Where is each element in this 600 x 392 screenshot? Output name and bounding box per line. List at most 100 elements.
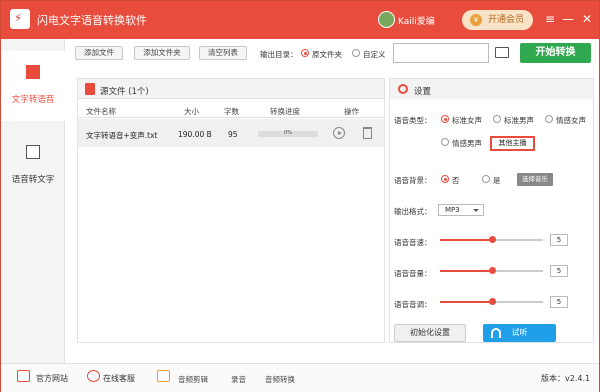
vip-icon: ¥ xyxy=(470,14,482,26)
sidebar-item-label: 语音转文字 xyxy=(11,175,55,185)
user-icon xyxy=(87,370,100,382)
radio-emotional-male[interactable] xyxy=(441,138,449,146)
headphones-icon xyxy=(491,328,501,338)
title-bar: 闪电文字语音转换软件 Kaili爱编 ¥ 开通会员 ≡ — ✕ xyxy=(1,1,599,39)
speed-value[interactable]: 5 xyxy=(550,234,568,246)
output-dir-label: 输出目录： xyxy=(260,50,298,59)
file-words: 95 xyxy=(228,130,238,139)
monitor-icon xyxy=(17,370,30,382)
sidebar: 文字转语音 语音转文字 xyxy=(1,39,65,363)
close-button[interactable]: ✕ xyxy=(579,11,595,27)
choose-music-button[interactable]: 选择音乐 xyxy=(517,173,553,186)
other-anchor-button[interactable]: 其他主播 xyxy=(490,136,535,151)
format-select[interactable]: MP3 xyxy=(438,204,484,216)
vip-label: 开通会员 xyxy=(488,15,525,25)
column-name: 文件名称 xyxy=(86,107,116,116)
column-size: 大小 xyxy=(184,107,199,116)
avatar[interactable] xyxy=(378,11,395,28)
radio-standard-female[interactable] xyxy=(441,115,449,123)
trash-icon[interactable] xyxy=(363,127,372,139)
sidebar-item-text-to-speech[interactable]: 文字转语音 xyxy=(1,51,65,121)
speed-slider[interactable] xyxy=(440,234,543,246)
column-actions: 操作 xyxy=(344,107,359,116)
menu-icon[interactable]: ≡ xyxy=(542,11,558,27)
app-logo-icon xyxy=(10,9,30,29)
sidebar-item-label: 文字转语音 xyxy=(11,95,55,105)
volume-slider[interactable] xyxy=(440,265,543,277)
pitch-slider-fill xyxy=(440,301,492,303)
voice-option-label: 标准男声 xyxy=(504,116,534,125)
vip-button[interactable]: ¥ 开通会员 xyxy=(462,10,533,30)
file-icon xyxy=(85,83,95,95)
reset-settings-button[interactable]: 初始化设置 xyxy=(394,324,466,342)
speed-slider-thumb[interactable] xyxy=(488,236,496,243)
table-row[interactable]: 文字转语音+变声.txt 190.00 B 95 0% xyxy=(78,119,384,147)
format-label: 输出格式： xyxy=(394,207,432,216)
record-link[interactable]: 录音 xyxy=(231,374,246,385)
file-panel-title: 源文件 (1个) xyxy=(100,87,149,97)
file-size: 190.00 B xyxy=(178,130,212,139)
voice-option-label: 情感男声 xyxy=(452,139,482,148)
app-window: 闪电文字语音转换软件 Kaili爱编 ¥ 开通会员 ≡ — ✕ 文字转语音 语音… xyxy=(0,0,600,392)
settings-header: 设置 xyxy=(390,79,593,99)
radio-custom-folder[interactable] xyxy=(352,49,360,57)
radio-source-folder-label: 原文件夹 xyxy=(312,50,342,59)
radio-standard-male[interactable] xyxy=(493,115,501,123)
speed-slider-fill xyxy=(440,239,492,241)
volume-label: 语音音量： xyxy=(394,269,432,278)
settings-title: 设置 xyxy=(414,87,432,97)
radio-bg-no[interactable] xyxy=(441,175,449,183)
column-words: 字数 xyxy=(224,107,239,116)
output-path-input[interactable] xyxy=(393,43,489,63)
table-header: 文件名称 大小 字数 转换进度 操作 xyxy=(78,100,384,118)
pitch-value[interactable]: 5 xyxy=(550,296,568,308)
volume-value[interactable]: 5 xyxy=(550,265,568,277)
listen-label: 试听 xyxy=(511,328,528,337)
service-link[interactable]: 在线客服 xyxy=(103,373,135,384)
column-progress: 转换进度 xyxy=(270,107,300,116)
bg-yes-label: 是 xyxy=(493,176,501,185)
voice-type-label: 语音类型： xyxy=(394,116,432,125)
listen-button[interactable]: 试听 xyxy=(483,324,556,342)
text-to-speech-icon xyxy=(26,65,40,79)
format-value: MP3 xyxy=(445,206,460,214)
volume-slider-fill xyxy=(440,270,492,272)
audio-cut-link[interactable]: 音频剪辑 xyxy=(178,374,208,385)
website-link[interactable]: 官方网站 xyxy=(36,373,68,384)
start-convert-button[interactable]: 开始转换 xyxy=(520,43,591,63)
voice-option-label: 标准女声 xyxy=(452,116,482,125)
link-icon xyxy=(157,370,170,382)
gear-icon xyxy=(398,84,408,94)
play-icon[interactable] xyxy=(333,127,345,139)
pitch-slider[interactable] xyxy=(440,296,543,308)
radio-custom-folder-label: 自定义 xyxy=(363,50,386,59)
file-panel: 源文件 (1个) 文件名称 大小 字数 转换进度 操作 文字转语音+变声.txt… xyxy=(77,78,385,343)
minimize-button[interactable]: — xyxy=(560,11,576,27)
footer: 官方网站 在线客服 音频剪辑 录音 音频转换 版本：v2.4.1 xyxy=(1,363,599,392)
radio-source-folder[interactable] xyxy=(301,49,309,57)
radio-emotional-female[interactable] xyxy=(545,115,553,123)
clear-list-button[interactable]: 清空列表 xyxy=(199,46,247,60)
chevron-down-icon xyxy=(473,209,479,212)
volume-slider-thumb[interactable] xyxy=(488,267,496,274)
pitch-label: 语音音调： xyxy=(394,300,432,309)
speech-to-text-icon xyxy=(26,145,40,159)
version-label: 版本：v2.4.1 xyxy=(541,374,591,383)
add-folder-button[interactable]: 添加文件夹 xyxy=(134,46,190,60)
voice-option-label: 情感女声 xyxy=(556,116,586,125)
sidebar-item-speech-to-text[interactable]: 语音转文字 xyxy=(1,131,65,201)
folder-icon[interactable] xyxy=(495,47,509,58)
file-panel-header: 源文件 (1个) xyxy=(78,79,384,99)
bg-no-label: 否 xyxy=(452,176,460,185)
radio-bg-yes[interactable] xyxy=(482,175,490,183)
progress-bar: 0% xyxy=(258,130,318,137)
file-name: 文字转语音+变声.txt xyxy=(86,131,158,140)
bg-label: 语音背景： xyxy=(394,176,432,185)
pitch-slider-thumb[interactable] xyxy=(488,298,496,305)
speed-label: 语音音速： xyxy=(394,238,432,247)
app-title: 闪电文字语音转换软件 xyxy=(37,14,147,27)
audio-convert-link[interactable]: 音频转换 xyxy=(265,374,295,385)
user-name[interactable]: Kaili爱编 xyxy=(398,14,435,27)
progress-text: 0% xyxy=(284,130,292,136)
add-file-button[interactable]: 添加文件 xyxy=(75,46,123,60)
